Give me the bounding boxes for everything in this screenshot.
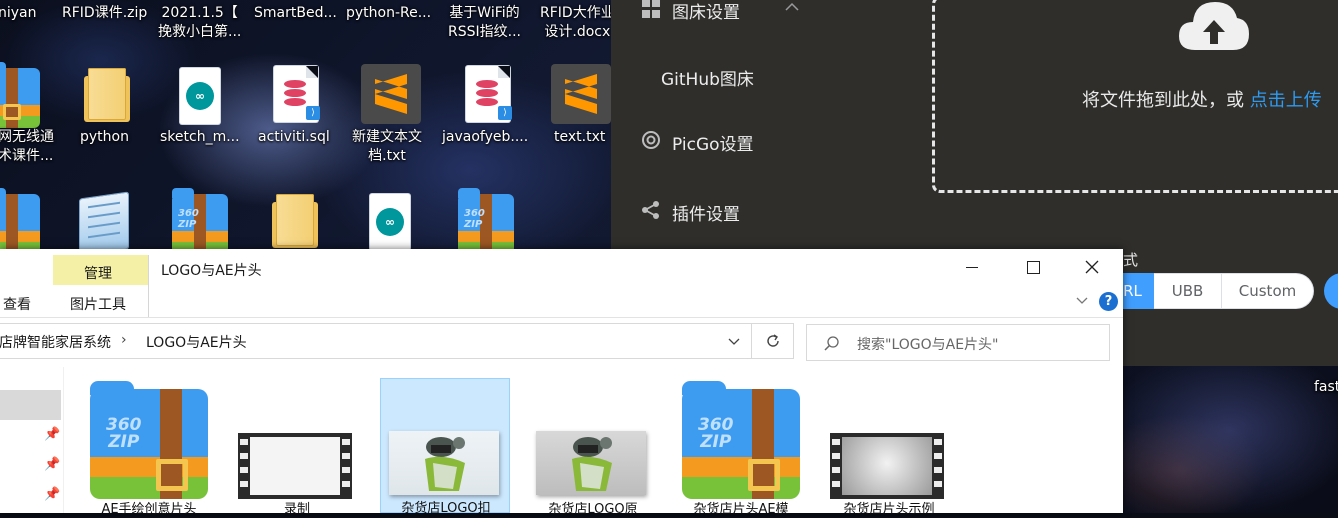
pin-icon[interactable]: 📌 (44, 427, 60, 442)
sql-file-icon[interactable]: ⟩ (466, 66, 512, 122)
ribbon-bottom-border (0, 317, 1123, 318)
chevron-up-icon[interactable] (785, 2, 799, 12)
zip-archive-icon: 360 ZIP (90, 381, 208, 499)
address-bar[interactable]: 店牌智能家居系统 › LOGO与AE片头 (0, 323, 794, 359)
minimize-icon[interactable] (966, 267, 978, 268)
zip-archive-icon[interactable] (0, 62, 40, 128)
zip-archive-icon: 360 ZIP (682, 381, 800, 499)
window-title: LOGO与AE片头 (161, 263, 262, 279)
file-label: 杂货店片头AE模 (693, 502, 789, 517)
sublime-text-icon[interactable] (551, 64, 611, 124)
format-ubb-button[interactable]: UBB (1154, 273, 1222, 309)
file-label: 录制 (283, 502, 310, 517)
label-line: RFID大作业 (540, 5, 615, 21)
share-icon (642, 201, 659, 219)
zip-archive-icon[interactable] (0, 188, 40, 254)
sublime-text-icon[interactable] (361, 64, 421, 124)
menu-image-host-settings[interactable]: 图床设置 (672, 0, 740, 23)
menu-picgo-settings[interactable]: PicGo设置 (672, 130, 754, 155)
ribbon-divider (148, 255, 149, 317)
desktop-item-label[interactable]: RFID大作业 设计.docx (540, 4, 615, 42)
label-line: RSSI指纹... (448, 24, 521, 40)
desktop-item-label[interactable]: RFID课件.zip (62, 4, 147, 23)
breadcrumb-separator-icon[interactable]: › (121, 332, 127, 348)
label-line: 挽救小白第... (158, 24, 242, 40)
folder-icon[interactable] (272, 194, 318, 248)
file-item-selected[interactable]: 杂货店LOGO扣 (380, 378, 510, 516)
navigation-pane: 📌 📌 📌 (0, 367, 64, 513)
link-format-label: 式 (1123, 251, 1139, 269)
desktop-item-label[interactable]: javaofyeb.... (442, 128, 528, 147)
desktop-item-label[interactable]: sketch_m... (160, 128, 240, 147)
desktop-item-label[interactable]: SmartBed... (254, 4, 337, 23)
close-icon[interactable] (1085, 260, 1099, 274)
pin-icon[interactable]: 📌 (44, 457, 60, 472)
help-icon[interactable]: ? (1099, 292, 1118, 311)
video-file-icon (830, 433, 944, 499)
tab-picture-tools[interactable]: 图片工具 (70, 294, 126, 314)
upload-button[interactable] (1324, 273, 1338, 309)
cloud-upload-icon (1179, 2, 1249, 50)
maximize-icon[interactable] (1027, 261, 1040, 274)
desktop-item-label[interactable]: 基于WiFi的 RSSI指纹... (448, 4, 521, 42)
desktop-item-label[interactable]: text.txt (554, 128, 605, 147)
format-custom-button[interactable]: Custom (1222, 273, 1314, 309)
notepad-icon[interactable] (80, 192, 128, 256)
label-line: 2021.1.5【 (161, 5, 238, 21)
image-thumbnail (389, 431, 499, 495)
address-history-chevron-icon[interactable] (728, 338, 740, 346)
desktop-item-label[interactable]: 新建文本文 档.txt (352, 128, 422, 166)
drop-hint: 将文件拖到此处，或 (1082, 90, 1250, 111)
sql-file-icon[interactable]: ⟩ (274, 66, 320, 122)
label-line: 设计.docx (544, 24, 611, 40)
desktop-item-label[interactable]: fast (1314, 378, 1338, 397)
desktop-item-label[interactable]: python (80, 128, 129, 147)
nav-item-selected[interactable] (0, 390, 61, 420)
label-line: 新建文本文 (352, 129, 422, 145)
desktop-item-label[interactable]: 网无线通 术课件... (0, 128, 54, 166)
folder-icon[interactable] (84, 68, 130, 122)
menu-github-image-host[interactable]: GitHub图床 (661, 65, 754, 90)
desktop-item-label[interactable]: niyan (0, 4, 37, 23)
file-label: 杂货店LOGO原 (548, 502, 638, 517)
dropzone-text: 将文件拖到此处，或 点击上传 (1082, 86, 1322, 112)
desktop-item-label[interactable]: activiti.sql (258, 128, 330, 147)
desktop-item-label[interactable]: python-Re... (346, 4, 431, 23)
file-label: 杂货店片头示例 (843, 502, 935, 517)
video-file-icon (238, 433, 352, 499)
breadcrumb-current[interactable]: LOGO与AE片头 (146, 332, 247, 352)
arduino-file-icon[interactable]: ∞ (180, 68, 220, 124)
refresh-icon[interactable] (765, 333, 781, 349)
search-icon (824, 336, 839, 351)
file-label: AE手绘创意片头 (101, 502, 197, 517)
pin-icon[interactable]: 📌 (44, 487, 60, 502)
file-label: 杂货店LOGO扣 (401, 501, 491, 516)
breadcrumb-parent[interactable]: 店牌智能家居系统 (0, 332, 111, 352)
menu-plugin-settings[interactable]: 插件设置 (672, 200, 740, 225)
grid-icon (642, 0, 660, 18)
zip-archive-icon[interactable]: 360 ZIP (458, 188, 514, 254)
label-line: 网无线通 (0, 129, 54, 145)
zip-archive-icon[interactable]: 360 ZIP (172, 188, 228, 254)
chevron-down-icon[interactable] (1076, 297, 1088, 305)
label-line: 档.txt (368, 148, 406, 164)
label-line: 术课件... (0, 148, 54, 164)
file-explorer-window: 管理 LOGO与AE片头 查看 图片工具 ? 店牌智能家居系统 › LOGO与A… (0, 249, 1123, 517)
arduino-file-icon[interactable]: ∞ (370, 194, 410, 250)
search-box[interactable]: 搜索"LOGO与AE片头" (806, 324, 1110, 361)
link-format-group: RL UBB Custom (1111, 273, 1314, 309)
desktop-item-label[interactable]: 2021.1.5【 挽救小白第... (158, 4, 241, 42)
label-line: 基于WiFi的 (449, 5, 520, 21)
tab-manage[interactable]: 管理 (84, 263, 112, 283)
gear-icon (642, 131, 660, 149)
click-to-upload-link[interactable]: 点击上传 (1250, 90, 1322, 111)
image-thumbnail (536, 431, 646, 495)
tab-view[interactable]: 查看 (3, 294, 31, 314)
search-placeholder: 搜索"LOGO与AE片头" (857, 337, 999, 353)
